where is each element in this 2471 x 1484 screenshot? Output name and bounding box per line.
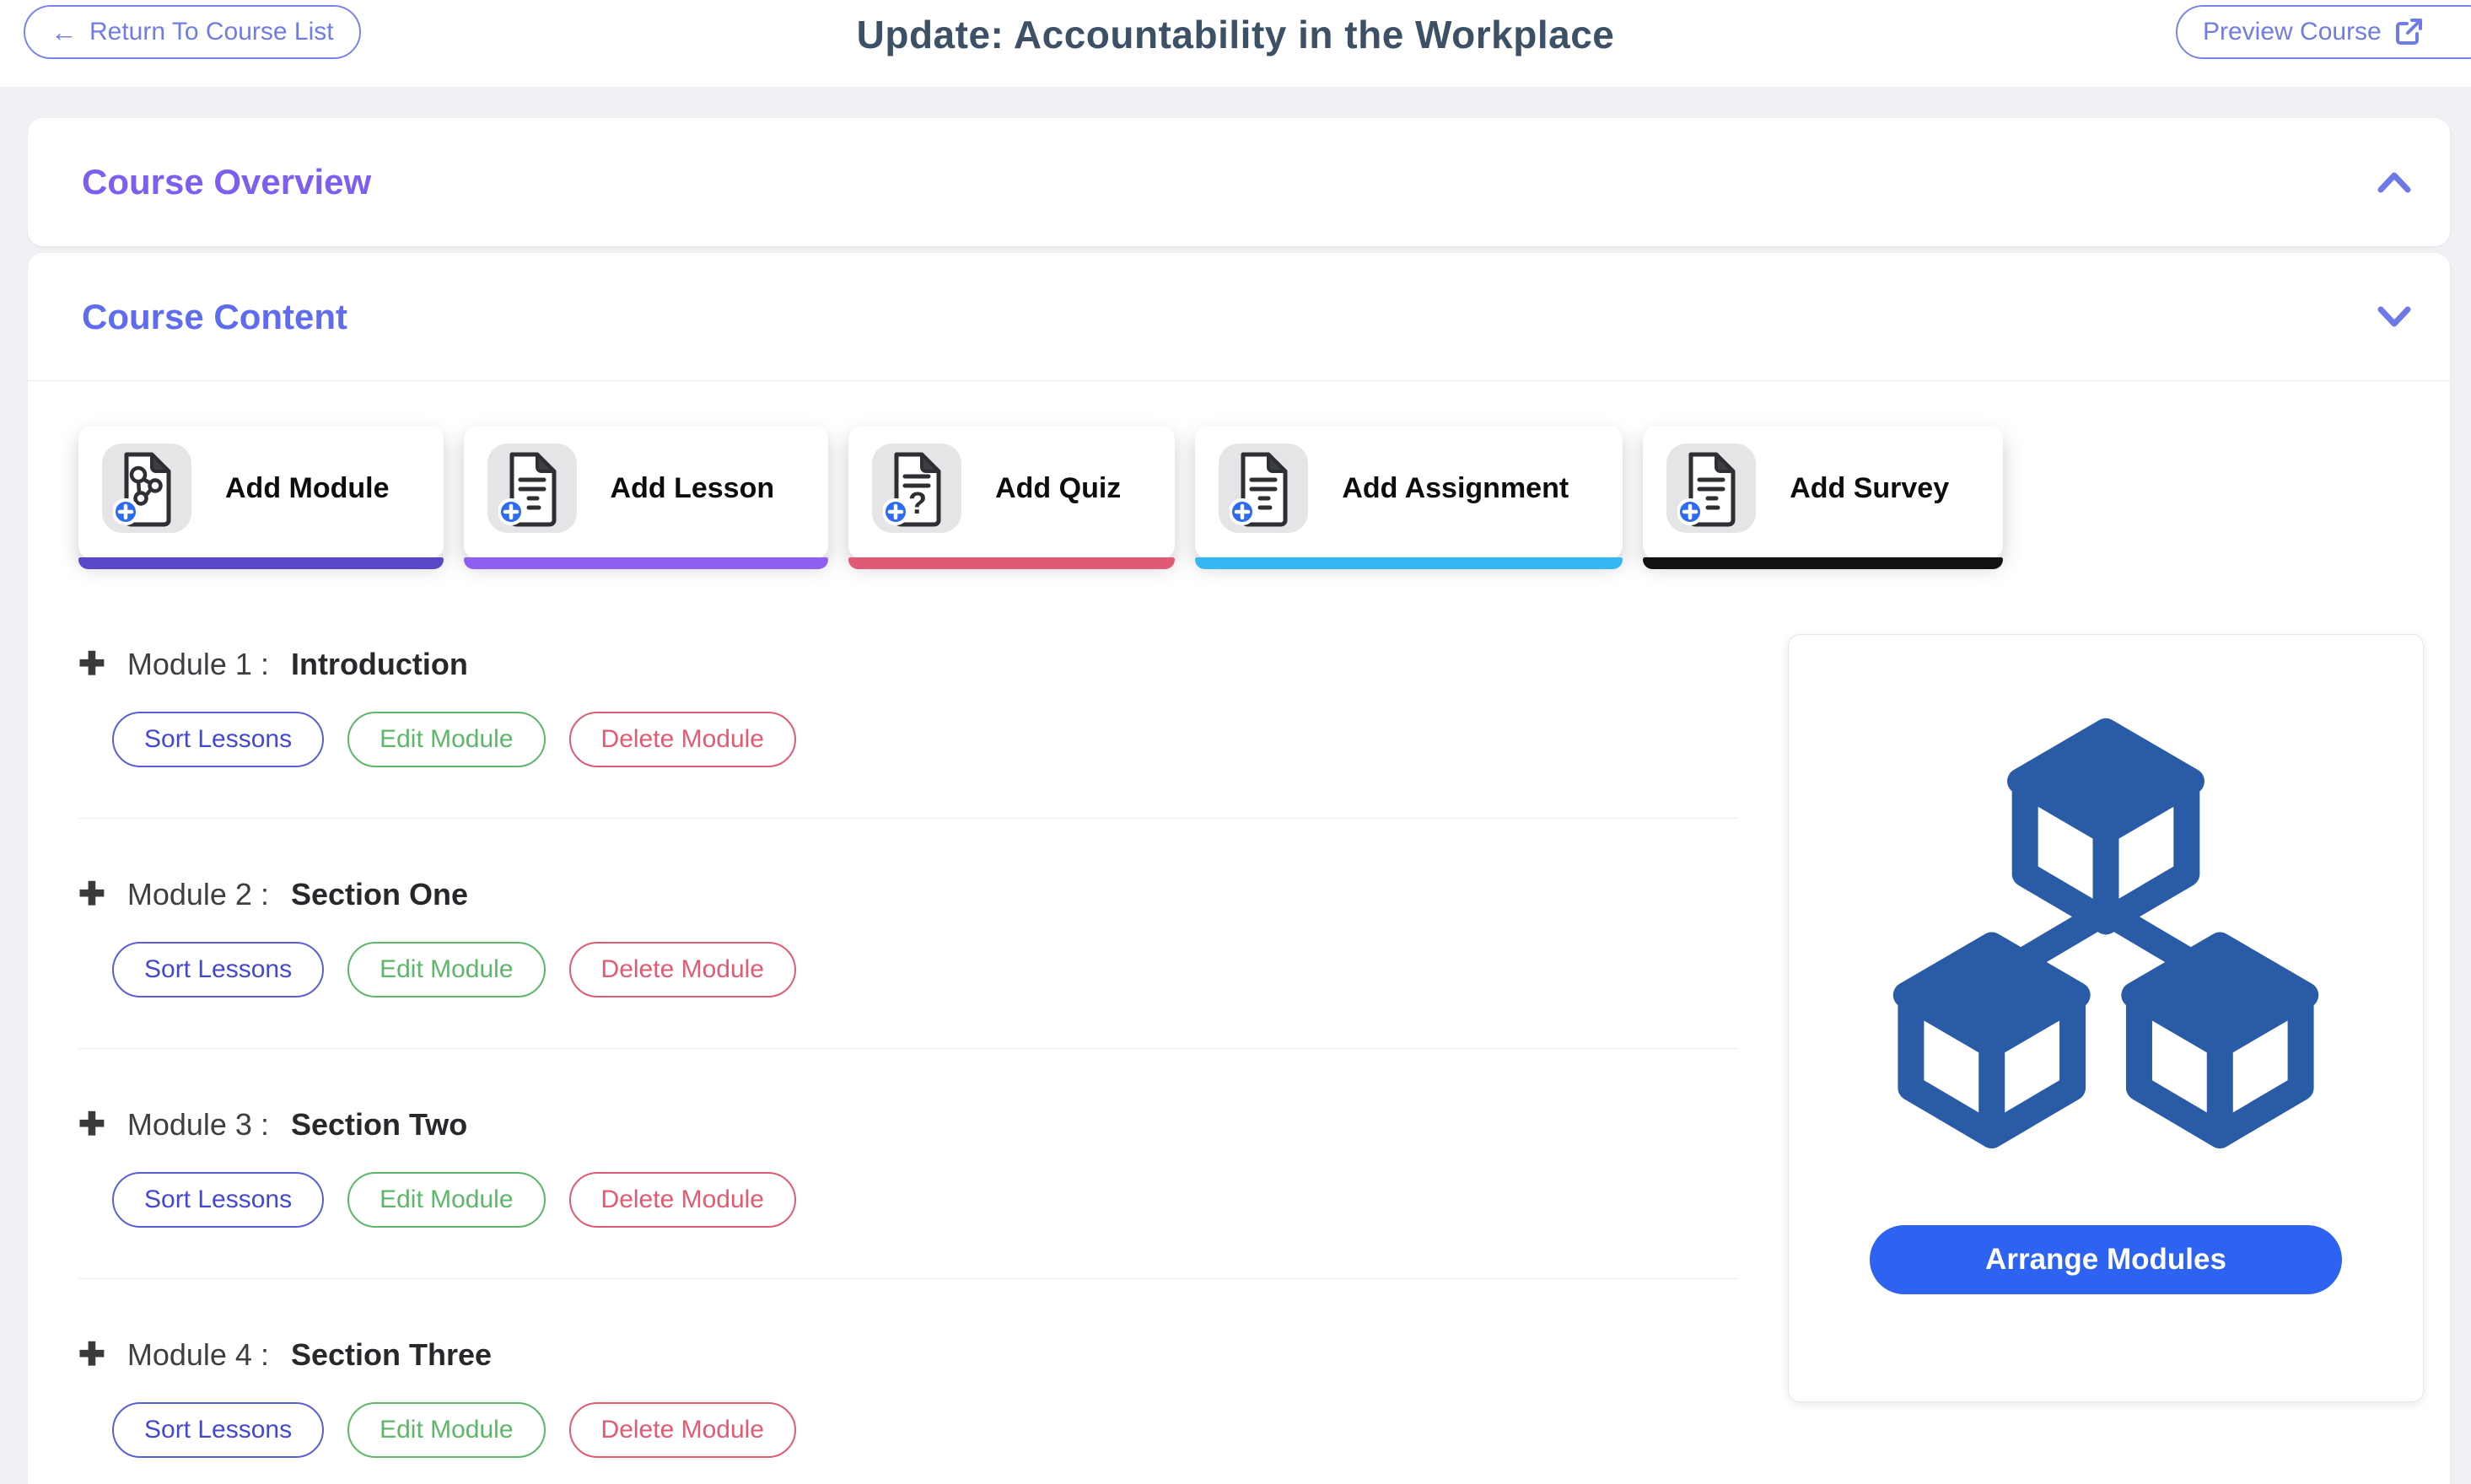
edit-module-button[interactable]: Edit Module [347,1172,545,1228]
module-name: Section One [291,877,468,912]
module-title-row: ✚ Module 3 : Section Two [78,1103,1737,1147]
accent-underline [1643,557,2003,569]
sort-lessons-button[interactable]: Sort Lessons [112,712,324,767]
add-action-label: Add Assignment [1342,472,1569,505]
module-name: Introduction [291,647,468,682]
module-number-label: Module 1 : [127,647,269,682]
module-buttons-row: Sort Lessons Edit Module Delete Module [112,1172,1737,1228]
course-overview-card: Course Overview [28,118,2450,246]
plus-badge-icon [499,500,523,524]
module-title-row: ✚ Module 1 : Introduction [78,643,1737,686]
module-list: ✚ Module 1 : Introduction Sort Lessons E… [78,626,1737,1484]
modules-cubes-icon [1844,684,2367,1207]
plus-badge-icon [1678,500,1702,524]
sort-lessons-button[interactable]: Sort Lessons [112,942,324,997]
add-action-card[interactable]: ? Add Quiz [848,426,1175,559]
course-content-title: Course Content [82,297,347,337]
module-title-row: ✚ Module 4 : Section Three [78,1333,1737,1377]
plus-badge-icon [884,500,907,524]
expand-plus-icon[interactable]: ✚ [78,1339,105,1371]
arrange-modules-panel: Arrange Modules [1788,634,2424,1402]
accent-underline [848,557,1175,569]
preview-course-button[interactable]: Preview Course [2176,5,2471,59]
accent-underline [78,557,444,569]
document-plus-icon: ? [1219,444,1308,533]
edit-module-button[interactable]: Edit Module [347,1402,545,1458]
delete-module-button[interactable]: Delete Module [569,942,796,997]
delete-module-button[interactable]: Delete Module [569,1172,796,1228]
sort-lessons-button[interactable]: Sort Lessons [112,1402,324,1458]
module-section: ✚ Module 1 : Introduction Sort Lessons E… [78,626,1737,856]
delete-module-button[interactable]: Delete Module [569,712,796,767]
sort-lessons-button[interactable]: Sort Lessons [112,1172,324,1228]
page-title: Update: Accountability in the Workplace [0,12,2471,57]
add-action-label: Add Quiz [995,472,1121,505]
module-name: Section Two [291,1107,467,1143]
edit-module-button[interactable]: Edit Module [347,712,545,767]
svg-text:?: ? [908,486,927,520]
expand-plus-icon[interactable]: ✚ [78,879,105,911]
preview-button-label: Preview Course [2203,18,2382,46]
module-section: ✚ Module 2 : Section One Sort Lessons Ed… [78,856,1737,1086]
add-action-card[interactable]: ? Add Module [78,426,444,559]
module-section: ✚ Module 3 : Section Two Sort Lessons Ed… [78,1086,1737,1316]
document-plus-icon: ? [872,444,961,533]
external-link-icon [2393,17,2424,47]
arrange-modules-button[interactable]: Arrange Modules [1870,1225,2342,1294]
document-plus-icon: ? [487,444,577,533]
add-action-label: Add Survey [1790,472,1949,505]
module-number-label: Module 3 : [127,1107,269,1143]
module-title-row: ✚ Module 2 : Section One [78,873,1737,917]
course-content-header[interactable]: Course Content [28,253,2450,381]
document-plus-icon: ? [102,444,191,533]
module-buttons-row: Sort Lessons Edit Module Delete Module [112,1402,1737,1458]
delete-module-button[interactable]: Delete Module [569,1402,796,1458]
edit-module-button[interactable]: Edit Module [347,942,545,997]
plus-badge-icon [114,500,137,524]
module-buttons-row: Sort Lessons Edit Module Delete Module [112,942,1737,997]
expand-plus-icon[interactable]: ✚ [78,648,105,680]
module-number-label: Module 4 : [127,1337,269,1373]
add-actions-row: ? Add Module [78,426,2003,559]
add-action-card[interactable]: ? Add Lesson [464,426,829,559]
chevron-down-icon[interactable] [2376,304,2413,330]
module-name: Section Three [291,1337,492,1373]
accent-underline [464,557,829,569]
module-section: ✚ Module 4 : Section Three Sort Lessons … [78,1316,1737,1484]
add-action-card[interactable]: ? Add Assignment [1195,426,1623,559]
module-number-label: Module 2 : [127,877,269,912]
chevron-up-icon[interactable] [2376,169,2413,195]
add-action-label: Add Lesson [611,472,775,505]
add-action-label: Add Module [225,472,390,505]
plus-badge-icon [1230,500,1254,524]
expand-plus-icon[interactable]: ✚ [78,1109,105,1141]
module-buttons-row: Sort Lessons Edit Module Delete Module [112,712,1737,767]
document-plus-icon: ? [1666,444,1756,533]
course-overview-title: Course Overview [82,162,371,202]
accent-underline [1195,557,1623,569]
course-overview-header[interactable]: Course Overview [28,118,2450,246]
course-editor-page: ← Return To Course List Update: Accounta… [0,0,2471,1484]
top-header-bar: ← Return To Course List Update: Accounta… [0,0,2471,87]
add-action-card[interactable]: ? Add Survey [1643,426,2003,559]
